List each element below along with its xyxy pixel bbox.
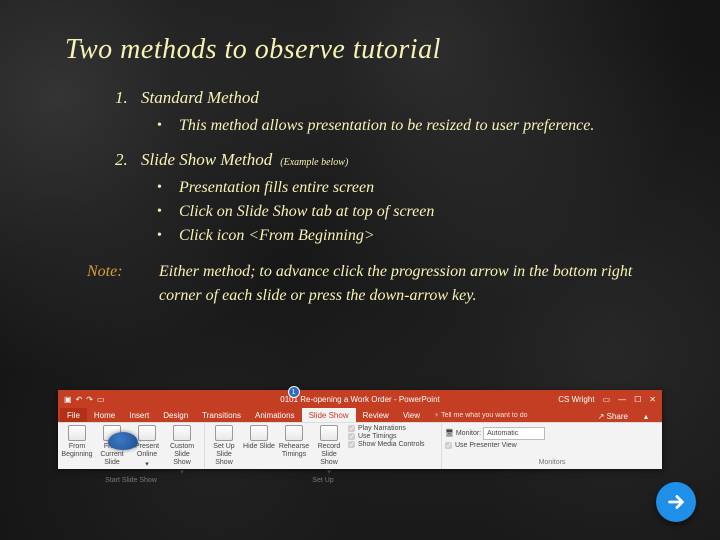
close-icon: ✕ bbox=[649, 395, 656, 404]
method-2-name: Slide Show Method bbox=[141, 150, 272, 169]
user-name: CS Wright bbox=[558, 395, 594, 404]
method-1: 1. Standard Method This method allows pr… bbox=[115, 88, 665, 138]
group-set-up: Set Up Slide Show Hide Slide Rehearse Ti… bbox=[205, 423, 442, 469]
tutorial-slide: Two methods to observe tutorial 1. Stand… bbox=[0, 0, 720, 540]
minimize-icon: — bbox=[618, 395, 626, 404]
ribbon-body: From Beginning From Current Slide Presen… bbox=[58, 422, 662, 469]
note-row: Note: Either method; to advance click th… bbox=[87, 260, 665, 308]
callout-bubble-1: 1 bbox=[288, 386, 300, 398]
tab-review: Review bbox=[356, 408, 396, 422]
monitor-icon: 🖥 bbox=[445, 430, 454, 437]
btn-from-beginning: From Beginning bbox=[61, 425, 93, 459]
method-2: 2. Slide Show Method (Example below) Pre… bbox=[115, 150, 665, 248]
note-text: Either method; to advance click the prog… bbox=[159, 260, 665, 308]
tab-view: View bbox=[396, 408, 427, 422]
save-icon: ▣ bbox=[64, 395, 72, 404]
monitor-dropdown: Automatic bbox=[483, 427, 545, 440]
tab-animations: Animations bbox=[248, 408, 302, 422]
method-1-bullets: This method allows presentation to be re… bbox=[157, 114, 665, 138]
btn-present-online: Present Online ▾ bbox=[131, 425, 163, 469]
tab-file: File bbox=[60, 408, 87, 422]
monitor-label: Monitor: bbox=[456, 430, 481, 437]
quick-access-toolbar: ▣ ↶ ↷ ▭ bbox=[64, 395, 105, 404]
method-1-number: 1. bbox=[115, 88, 137, 108]
slideshow-icon: ▭ bbox=[97, 395, 105, 404]
ribbon-tabs: File Home Insert Design Transitions Anim… bbox=[58, 408, 662, 422]
ribbon-options-icon: ▭ bbox=[603, 395, 611, 404]
setup-checks: Play Narrations Use Timings Show Media C… bbox=[348, 425, 425, 448]
group-label-monitors: Monitors bbox=[445, 459, 659, 468]
tab-transitions: Transitions bbox=[195, 408, 248, 422]
check-play-narrations: Play Narrations bbox=[348, 425, 425, 432]
btn-record: Record Slide Show ▾ bbox=[313, 425, 345, 477]
powerpoint-ribbon: 1 ▣ ↶ ↷ ▭ 0101 Re-opening a Work Order -… bbox=[58, 390, 662, 468]
method-2-number: 2. bbox=[115, 150, 137, 170]
document-title: 0101 Re-opening a Work Order - PowerPoin… bbox=[280, 395, 440, 404]
check-use-timings: Use Timings bbox=[348, 433, 425, 440]
group-monitors: 🖥 Monitor: Automatic Use Presenter View … bbox=[442, 423, 662, 469]
tell-me: ♀ Tell me what you want to do bbox=[427, 408, 534, 422]
ribbon-titlebar: ▣ ↶ ↷ ▭ 0101 Re-opening a Work Order - P… bbox=[58, 390, 662, 408]
btn-rehearse: Rehearse Timings bbox=[278, 425, 310, 459]
method-2-bullet-2: Click on Slide Show tab at top of screen bbox=[157, 200, 665, 224]
check-presenter-view: Use Presenter View bbox=[445, 442, 517, 449]
tab-slide-show: Slide Show bbox=[302, 408, 356, 422]
tab-insert: Insert bbox=[122, 408, 156, 422]
slide-title: Two methods to observe tutorial bbox=[65, 34, 665, 66]
next-slide-button[interactable] bbox=[656, 482, 696, 522]
present-online-icon bbox=[138, 425, 156, 441]
collapse-ribbon-icon: ▴ bbox=[637, 409, 655, 422]
arrow-right-icon bbox=[665, 491, 687, 513]
hide-slide-icon bbox=[250, 425, 268, 441]
method-1-bullet-1: This method allows presentation to be re… bbox=[157, 114, 665, 138]
ink-annotation bbox=[108, 432, 138, 450]
method-2-bullets: Presentation fills entire screen Click o… bbox=[157, 176, 665, 248]
method-1-name: Standard Method bbox=[141, 88, 259, 107]
share-button: ↗ Share bbox=[591, 409, 635, 422]
maximize-icon: ☐ bbox=[634, 395, 641, 404]
method-2-bullet-1: Presentation fills entire screen bbox=[157, 176, 665, 200]
tab-design: Design bbox=[156, 408, 195, 422]
btn-hide-slide: Hide Slide bbox=[243, 425, 275, 451]
group-label-start: Start Slide Show bbox=[61, 477, 201, 486]
method-2-example-note: (Example below) bbox=[280, 157, 348, 168]
from-beginning-icon bbox=[68, 425, 86, 441]
rehearse-icon bbox=[285, 425, 303, 441]
custom-show-icon bbox=[173, 425, 191, 441]
tab-home: Home bbox=[87, 408, 122, 422]
setup-show-icon bbox=[215, 425, 233, 441]
btn-setup-show: Set Up Slide Show bbox=[208, 425, 240, 467]
btn-custom-show: Custom Slide Show ▾ bbox=[166, 425, 198, 477]
redo-icon: ↷ bbox=[86, 395, 93, 404]
methods-list: 1. Standard Method This method allows pr… bbox=[115, 88, 665, 248]
method-2-bullet-3: Click icon <From Beginning> bbox=[157, 224, 665, 248]
note-label: Note: bbox=[87, 260, 159, 308]
undo-icon: ↶ bbox=[76, 395, 83, 404]
group-label-setup: Set Up bbox=[208, 477, 438, 486]
record-icon bbox=[320, 425, 338, 441]
monitor-row: 🖥 Monitor: Automatic bbox=[445, 427, 545, 440]
check-media-controls: Show Media Controls bbox=[348, 441, 425, 448]
